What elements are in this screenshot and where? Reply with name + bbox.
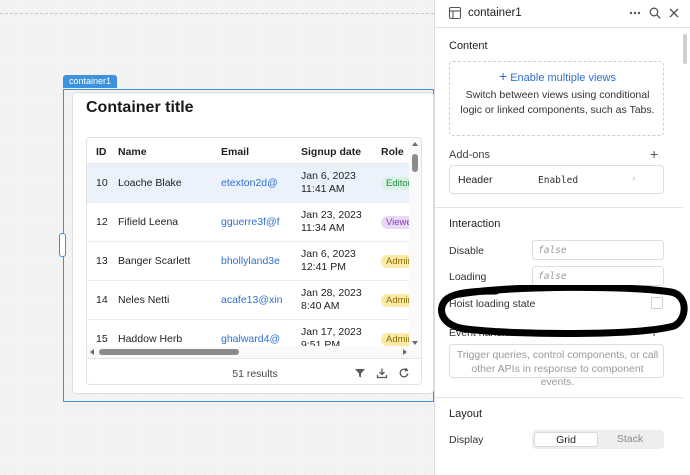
inspector-scrollbar[interactable] [682, 28, 690, 475]
section-divider [435, 207, 683, 208]
selected-component-tag[interactable]: container1 [63, 75, 118, 88]
column-header-name[interactable]: Name [118, 146, 147, 158]
download-icon[interactable] [376, 367, 388, 379]
section-interaction-title: Interaction [449, 218, 501, 230]
cell-signup-date: Jan 6, 2023 11:41 AM [301, 170, 356, 195]
close-icon[interactable] [667, 6, 681, 20]
plus-icon: + [499, 68, 508, 84]
section-content-title: Content [449, 40, 488, 52]
inspector-panel: container1 Content + Enable multiple view… [434, 0, 690, 475]
loading-input[interactable]: false [532, 266, 664, 286]
column-header-signup-date[interactable]: Signup date [301, 146, 361, 158]
cell-id: 15 [96, 333, 108, 345]
display-option-grid[interactable]: Grid [534, 432, 598, 447]
cell-name: Banger Scarlett [118, 255, 191, 267]
more-options-icon[interactable] [628, 6, 642, 20]
event-handlers-description: Trigger queries, control components, or … [456, 349, 659, 388]
refresh-icon[interactable] [398, 367, 410, 379]
disable-input[interactable]: false [532, 240, 664, 260]
scroll-thumb[interactable] [412, 154, 418, 172]
scroll-thumb[interactable] [99, 349, 239, 355]
container-component[interactable]: Container title ID Name Email Signup dat… [72, 92, 434, 394]
cell-signup-date: Jan 28, 2023 8:40 AM [301, 287, 362, 312]
cell-email[interactable]: acafe13@xin [221, 294, 293, 306]
table-row[interactable]: 10 Loache Blake etexton2d@ Jan 6, 2023 11… [87, 164, 416, 203]
cell-id: 13 [96, 255, 108, 267]
cell-email[interactable]: gguerre3f@f [221, 216, 293, 228]
table-horizontal-scrollbar[interactable] [87, 346, 411, 358]
section-divider [435, 397, 683, 398]
column-header-email[interactable]: Email [221, 146, 249, 158]
scroll-down-arrow-icon[interactable] [412, 341, 418, 345]
resize-handle[interactable] [59, 233, 66, 257]
cell-name: Haddow Herb [118, 333, 183, 345]
scroll-thumb[interactable] [683, 34, 687, 64]
display-label: Display [449, 434, 484, 446]
table-footer: 51 results [87, 358, 421, 384]
cell-email[interactable]: bhollyland3e [221, 255, 293, 267]
addon-header-value: Enabled [538, 175, 579, 186]
container-title: Container title [86, 99, 194, 116]
section-addons-title: Add-ons [449, 149, 490, 161]
table-row[interactable]: 12 Fifield Leena gguerre3f@f Jan 23, 202… [87, 203, 420, 242]
cell-name: Neles Netti [118, 294, 170, 306]
chevron-right-icon: › [632, 173, 636, 184]
cell-email[interactable]: ghalward4@ [221, 333, 293, 345]
scroll-right-arrow-icon[interactable] [403, 349, 407, 355]
container-component-icon [448, 6, 462, 20]
inspector-header: container1 [435, 0, 690, 28]
cell-name: Loache Blake [118, 177, 182, 189]
enable-multiple-views-description: Switch between views using conditional l… [460, 89, 655, 116]
loading-label: Loading [449, 271, 487, 283]
cell-signup-date: Jan 23, 2023 11:34 AM [301, 209, 362, 234]
cell-name: Fifield Leena [118, 216, 179, 228]
column-header-role[interactable]: Role [381, 146, 404, 158]
addon-header-row[interactable]: Header Enabled › [449, 165, 664, 194]
results-count: 51 results [232, 368, 278, 380]
cell-id: 10 [96, 177, 108, 189]
table-row[interactable]: 14 Neles Netti acafe13@xin Jan 28, 2023 8… [87, 281, 418, 320]
enable-multiple-views-link[interactable]: + Enable multiple views [450, 68, 665, 84]
enable-multiple-views-box[interactable]: + Enable multiple views Switch between vi… [449, 61, 664, 136]
scroll-left-arrow-icon[interactable] [90, 349, 94, 355]
section-layout-title: Layout [449, 408, 483, 420]
table-row[interactable]: 13 Banger Scarlett bhollyland3e Jan 6, 2… [87, 242, 418, 281]
cell-signup-date: Jan 6, 2023 12:41 PM [301, 248, 356, 273]
canvas-top-guide [0, 0, 434, 14]
display-toggle[interactable]: Grid Stack [532, 430, 664, 449]
display-option-stack[interactable]: Stack [598, 432, 662, 447]
cell-email[interactable]: etexton2d@ [221, 177, 293, 189]
scroll-up-arrow-icon[interactable] [412, 142, 418, 146]
event-handlers-box[interactable]: Trigger queries, control components, or … [449, 344, 664, 388]
disable-label: Disable [449, 245, 485, 257]
cell-id: 12 [96, 216, 108, 228]
filter-icon[interactable] [354, 367, 366, 379]
search-icon[interactable] [648, 6, 662, 20]
add-addon-plus-icon[interactable]: + [650, 147, 658, 161]
column-header-id[interactable]: ID [96, 146, 107, 158]
cell-id: 14 [96, 294, 108, 306]
table-vertical-scrollbar[interactable] [409, 138, 421, 358]
inspector-title[interactable]: container1 [468, 7, 522, 19]
editor-canvas[interactable]: container1 Container title ID Name Email… [0, 0, 434, 475]
hand-drawn-highlight-ellipse [438, 285, 688, 338]
users-table[interactable]: ID Name Email Signup date Role 10 Loache… [86, 137, 422, 385]
addon-header-label: Header [458, 174, 493, 186]
table-header-row: ID Name Email Signup date Role [87, 138, 421, 164]
